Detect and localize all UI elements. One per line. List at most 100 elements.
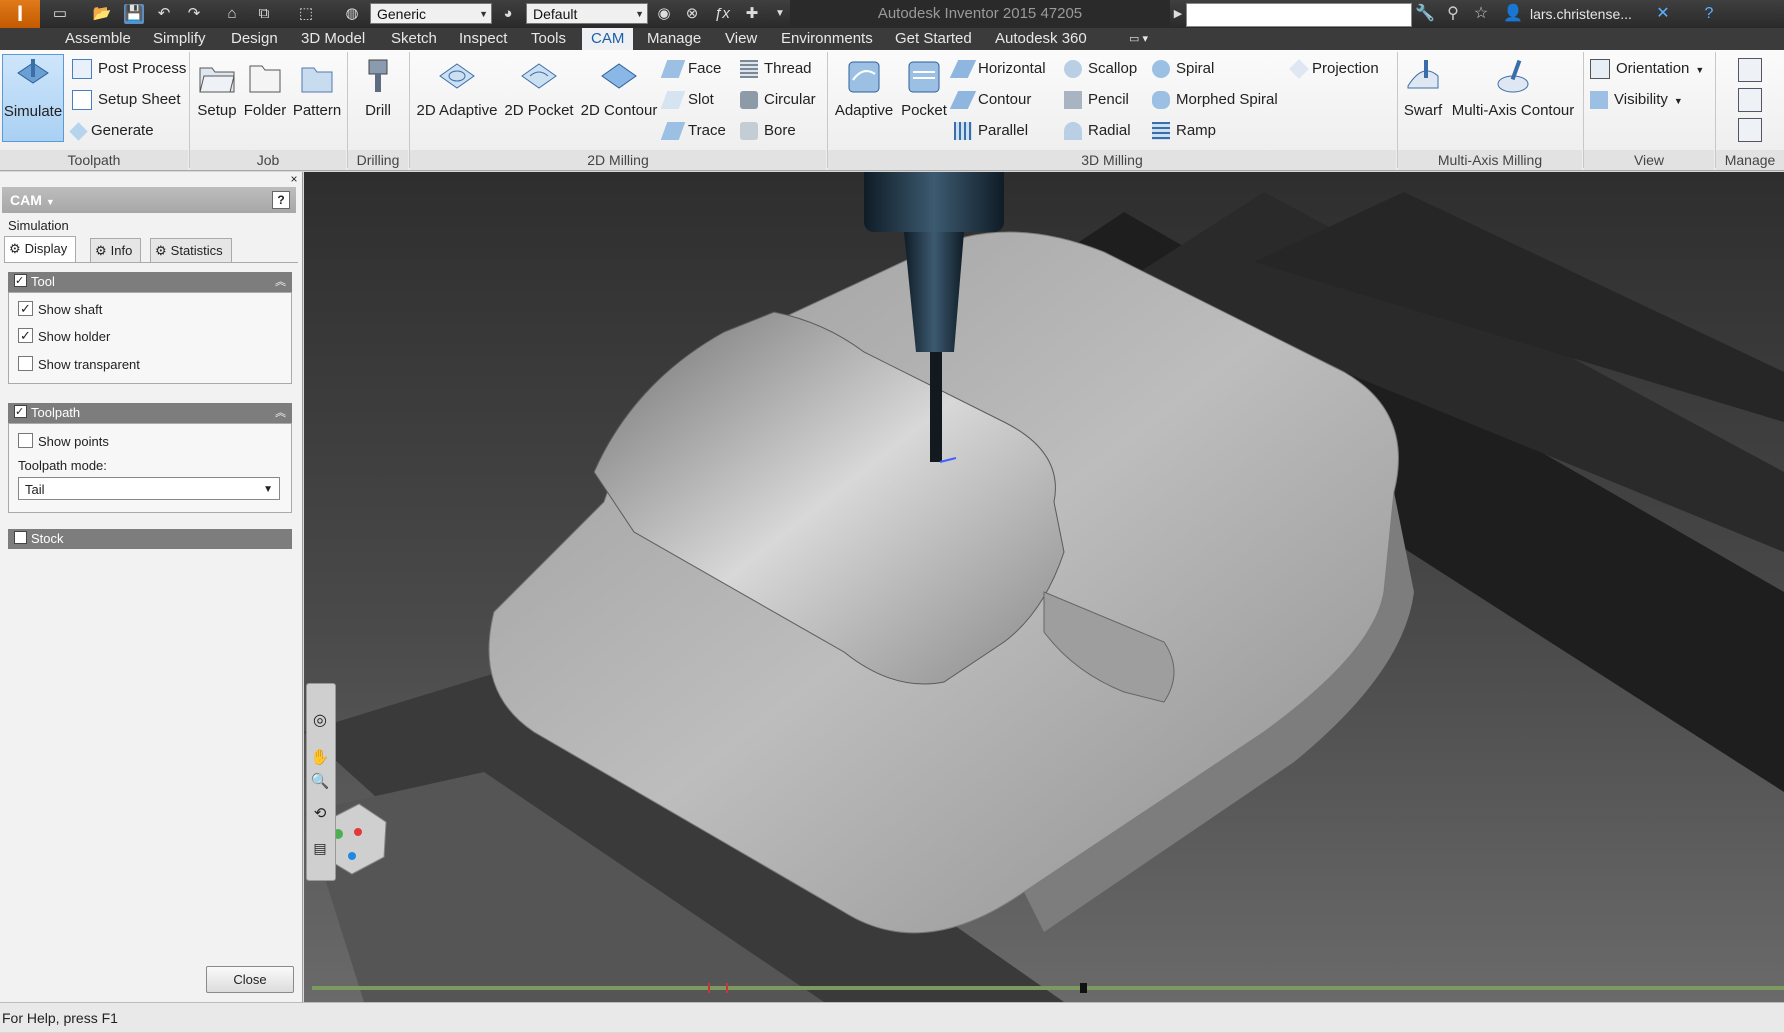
- clear-override-icon[interactable]: ⊗: [682, 4, 702, 24]
- home-icon[interactable]: ⌂: [222, 4, 242, 24]
- update-icon[interactable]: ⧉: [254, 4, 274, 24]
- pencil-button[interactable]: Pencil: [1064, 87, 1129, 113]
- toolpath-mode-select[interactable]: Tail ▼: [18, 477, 280, 500]
- tab-autodesk-360[interactable]: Autodesk 360: [986, 28, 1096, 50]
- user-name[interactable]: lars.christense...: [1530, 0, 1632, 28]
- tab-manage[interactable]: Manage: [638, 28, 710, 50]
- adaptive-button[interactable]: Adaptive: [830, 54, 898, 126]
- projection-button[interactable]: Projection: [1289, 56, 1379, 82]
- setup-button[interactable]: Setup: [192, 54, 242, 126]
- exchange-icon[interactable]: ✕: [1652, 4, 1674, 24]
- stock-section-header[interactable]: Stock: [8, 529, 292, 549]
- user-icon[interactable]: 👤: [1502, 4, 1524, 24]
- tab-cam[interactable]: CAM: [582, 28, 634, 50]
- timeline-slider-knob[interactable]: [1080, 983, 1087, 993]
- expand-arrow-icon[interactable]: ▶: [1168, 4, 1188, 24]
- tab-assemble[interactable]: Assemble: [56, 28, 140, 50]
- slot-button[interactable]: Slot: [660, 87, 714, 113]
- visibility-dropdown[interactable]: Visibility ▼: [1590, 87, 1683, 113]
- collapse-icon[interactable]: ︽: [275, 403, 286, 423]
- select-icon[interactable]: ⬚: [296, 4, 316, 24]
- checkbox-box[interactable]: [18, 299, 33, 319]
- panel-header[interactable]: CAM ▼ ?: [2, 187, 296, 213]
- orientation-dropdown[interactable]: Orientation ▼: [1590, 56, 1704, 82]
- trace-button[interactable]: Trace: [660, 118, 726, 144]
- 2d-adaptive-button[interactable]: 2D Adaptive: [412, 54, 502, 126]
- redo-icon[interactable]: ↷: [184, 4, 204, 24]
- ramp-button[interactable]: Ramp: [1152, 118, 1216, 144]
- search-input[interactable]: [1186, 3, 1412, 27]
- favorites-star-icon[interactable]: ☆: [1470, 4, 1492, 24]
- undo-icon[interactable]: ↶: [154, 4, 174, 24]
- stock-section-checkbox[interactable]: [14, 531, 27, 544]
- tool-section-header[interactable]: Tool ︽: [8, 271, 292, 292]
- simulation-timeline[interactable]: [312, 986, 1784, 990]
- manage-library-icon[interactable]: [1738, 58, 1762, 82]
- pocket-button[interactable]: Pocket: [898, 54, 950, 126]
- manage-templates-icon[interactable]: [1738, 88, 1762, 112]
- steering-wheel-icon[interactable]: ◎: [310, 710, 330, 730]
- show-holder-checkbox[interactable]: Show holder: [18, 326, 110, 347]
- swarf-button[interactable]: Swarf: [1398, 54, 1448, 126]
- toolpath-section-checkbox[interactable]: [14, 402, 27, 422]
- tool-section-checkbox[interactable]: [14, 271, 27, 291]
- parameters-icon[interactable]: ƒx: [712, 4, 732, 24]
- tab-environments[interactable]: Environments: [772, 28, 882, 50]
- checkbox-box[interactable]: [18, 433, 33, 448]
- color-wheel-icon[interactable]: ◕: [498, 4, 518, 24]
- open-file-icon[interactable]: 📂: [92, 4, 112, 24]
- spiral-button[interactable]: Spiral: [1152, 56, 1214, 82]
- show-transparent-checkbox[interactable]: Show transparent: [18, 355, 140, 375]
- tab-simplify[interactable]: Simplify: [144, 28, 215, 50]
- help-icon[interactable]: ?: [1698, 4, 1720, 24]
- tab-get-started[interactable]: Get Started: [886, 28, 981, 50]
- setup-sheet-button[interactable]: Setup Sheet: [72, 87, 181, 113]
- morphed-spiral-button[interactable]: Morphed Spiral: [1152, 87, 1278, 113]
- show-shaft-checkbox[interactable]: Show shaft: [18, 299, 102, 320]
- horizontal-button[interactable]: Horizontal: [949, 56, 1046, 82]
- tab-info[interactable]: ⚙ Info: [90, 238, 142, 262]
- tab-statistics[interactable]: ⚙ Statistics: [150, 238, 232, 262]
- help-icon[interactable]: ?: [272, 191, 290, 209]
- generate-button[interactable]: Generate: [69, 118, 154, 144]
- style-combo[interactable]: Generic ▼: [370, 3, 492, 24]
- face-button[interactable]: Face: [660, 56, 721, 82]
- tab-design[interactable]: Design: [222, 28, 287, 50]
- customize-icon[interactable]: ▼: [770, 4, 790, 24]
- save-icon[interactable]: 💾: [124, 4, 144, 24]
- checkbox-box[interactable]: [18, 326, 33, 346]
- panel-close-icon[interactable]: ×: [288, 172, 300, 186]
- collapse-icon[interactable]: ︽: [275, 272, 286, 292]
- pan-hand-icon[interactable]: ✋: [310, 748, 330, 768]
- show-points-checkbox[interactable]: Show points: [18, 432, 109, 452]
- add-icon[interactable]: ✚: [742, 4, 762, 24]
- folder-button[interactable]: Folder: [242, 54, 288, 126]
- look-at-icon[interactable]: ▤: [310, 840, 330, 860]
- scallop-button[interactable]: Scallop: [1064, 56, 1137, 82]
- tab-view[interactable]: View: [716, 28, 766, 50]
- close-button[interactable]: Close: [206, 966, 294, 993]
- tab-inspect[interactable]: Inspect: [450, 28, 516, 50]
- new-file-icon[interactable]: ▭: [50, 4, 70, 24]
- material-icon[interactable]: ◍: [342, 4, 362, 24]
- zoom-icon[interactable]: 🔍: [310, 772, 330, 792]
- parallel-button[interactable]: Parallel: [954, 118, 1028, 144]
- pattern-button[interactable]: Pattern: [292, 54, 342, 126]
- post-process-button[interactable]: Post Process: [72, 56, 186, 82]
- tab-3d-model[interactable]: 3D Model: [292, 28, 374, 50]
- contour-button[interactable]: Contour: [949, 87, 1031, 113]
- toolpath-section-header[interactable]: Toolpath ︽: [8, 402, 292, 423]
- tab-tools[interactable]: Tools: [522, 28, 575, 50]
- appearance-combo[interactable]: Default ▼: [526, 3, 648, 24]
- bore-button[interactable]: Bore: [740, 118, 796, 144]
- circular-button[interactable]: Circular: [740, 87, 816, 113]
- 2d-pocket-button[interactable]: 2D Pocket: [502, 54, 576, 126]
- subscription-icon[interactable]: ⚲: [1442, 4, 1464, 24]
- checkbox-box[interactable]: [18, 356, 33, 371]
- drill-button[interactable]: Drill: [352, 54, 404, 126]
- 2d-contour-button[interactable]: 2D Contour: [578, 54, 660, 126]
- manage-settings-icon[interactable]: [1738, 118, 1762, 142]
- 3d-viewport[interactable]: [304, 172, 1784, 1002]
- simulate-button[interactable]: Simulate: [2, 54, 64, 142]
- multi-axis-contour-button[interactable]: Multi-Axis Contour: [1448, 54, 1578, 126]
